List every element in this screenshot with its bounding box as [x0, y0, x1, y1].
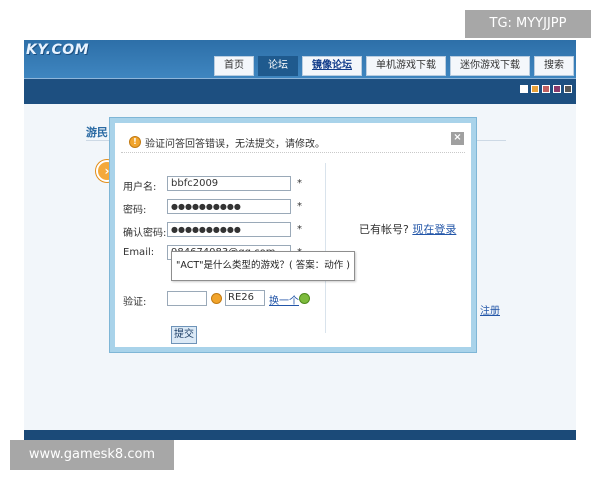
nav-bar [24, 78, 576, 104]
confirm-password-label: 确认密码: [123, 228, 167, 239]
tab-mini-game-download[interactable]: 迷你游戏下载 [450, 56, 530, 76]
tab-single-game-download[interactable]: 单机游戏下载 [366, 56, 446, 76]
theme-swatch[interactable] [542, 85, 550, 93]
username-input[interactable]: bbfc2009 [167, 176, 291, 191]
site-logo[interactable]: KY.COM [26, 42, 89, 58]
register-link[interactable]: 注册 [480, 302, 500, 317]
theme-swatch[interactable] [531, 85, 539, 93]
dialog-divider [325, 163, 326, 333]
login-now-link[interactable]: 现在登录 [412, 223, 456, 236]
tab-home[interactable]: 首页 [214, 56, 254, 76]
required-mark: * [297, 201, 302, 212]
tab-search[interactable]: 搜索 [534, 56, 574, 76]
captcha-warning-icon [211, 293, 222, 304]
required-mark: * [297, 224, 302, 235]
password-input[interactable]: ●●●●●●●●●● [167, 199, 291, 214]
has-account-text: 已有帐号? 现在登录 [359, 221, 456, 237]
warning-icon: ! [129, 136, 141, 148]
tab-mirror-forum[interactable]: 镜像论坛 [302, 56, 362, 76]
dialog-message: 验证问答回答错误，无法提交，请修改。 [145, 139, 325, 150]
username-label: 用户名: [123, 182, 157, 193]
close-button[interactable]: × [451, 132, 464, 145]
password-label: 密码: [123, 205, 147, 216]
footer-bar [24, 430, 576, 440]
captcha-code: RE26 [225, 290, 265, 306]
watermark-bottom-left: www.gamesk8.com [10, 440, 174, 470]
question-tooltip: "ACT"是什么类型的游戏？( 答案：动作 ) [171, 251, 355, 281]
theme-swatches [520, 85, 572, 93]
theme-swatch[interactable] [553, 85, 561, 93]
section-title: 游民 [86, 126, 108, 139]
check-icon [299, 293, 310, 304]
email-label: Email: [123, 247, 155, 258]
nav-tabs: 首页 论坛 镜像论坛 单机游戏下载 迷你游戏下载 搜索 道 [214, 56, 576, 76]
submit-button[interactable]: 提交 [171, 326, 197, 344]
site-header: KY.COM 首页 论坛 镜像论坛 单机游戏下载 迷你游戏下载 搜索 道 [24, 40, 576, 78]
captcha-label: 验证: [123, 297, 147, 308]
dialog-header: ! 验证问答回答错误，无法提交，请修改。 [121, 131, 465, 153]
tab-forum[interactable]: 论坛 [258, 56, 298, 76]
required-mark: * [297, 178, 302, 189]
captcha-answer-input[interactable] [167, 291, 207, 306]
refresh-captcha-link[interactable]: 换一个 [269, 292, 299, 307]
theme-swatch[interactable] [564, 85, 572, 93]
has-account-label: 已有帐号? [359, 223, 409, 236]
watermark-top-right: TG: MYYJJPP [465, 10, 591, 38]
page-root: KY.COM 首页 论坛 镜像论坛 单机游戏下载 迷你游戏下载 搜索 道 游民 … [0, 0, 600, 480]
theme-swatch[interactable] [520, 85, 528, 93]
error-dialog: ! 验证问答回答错误，无法提交，请修改。 × 用户名: bbfc2009 * 密… [110, 118, 476, 352]
confirm-password-input[interactable]: ●●●●●●●●●● [167, 222, 291, 237]
